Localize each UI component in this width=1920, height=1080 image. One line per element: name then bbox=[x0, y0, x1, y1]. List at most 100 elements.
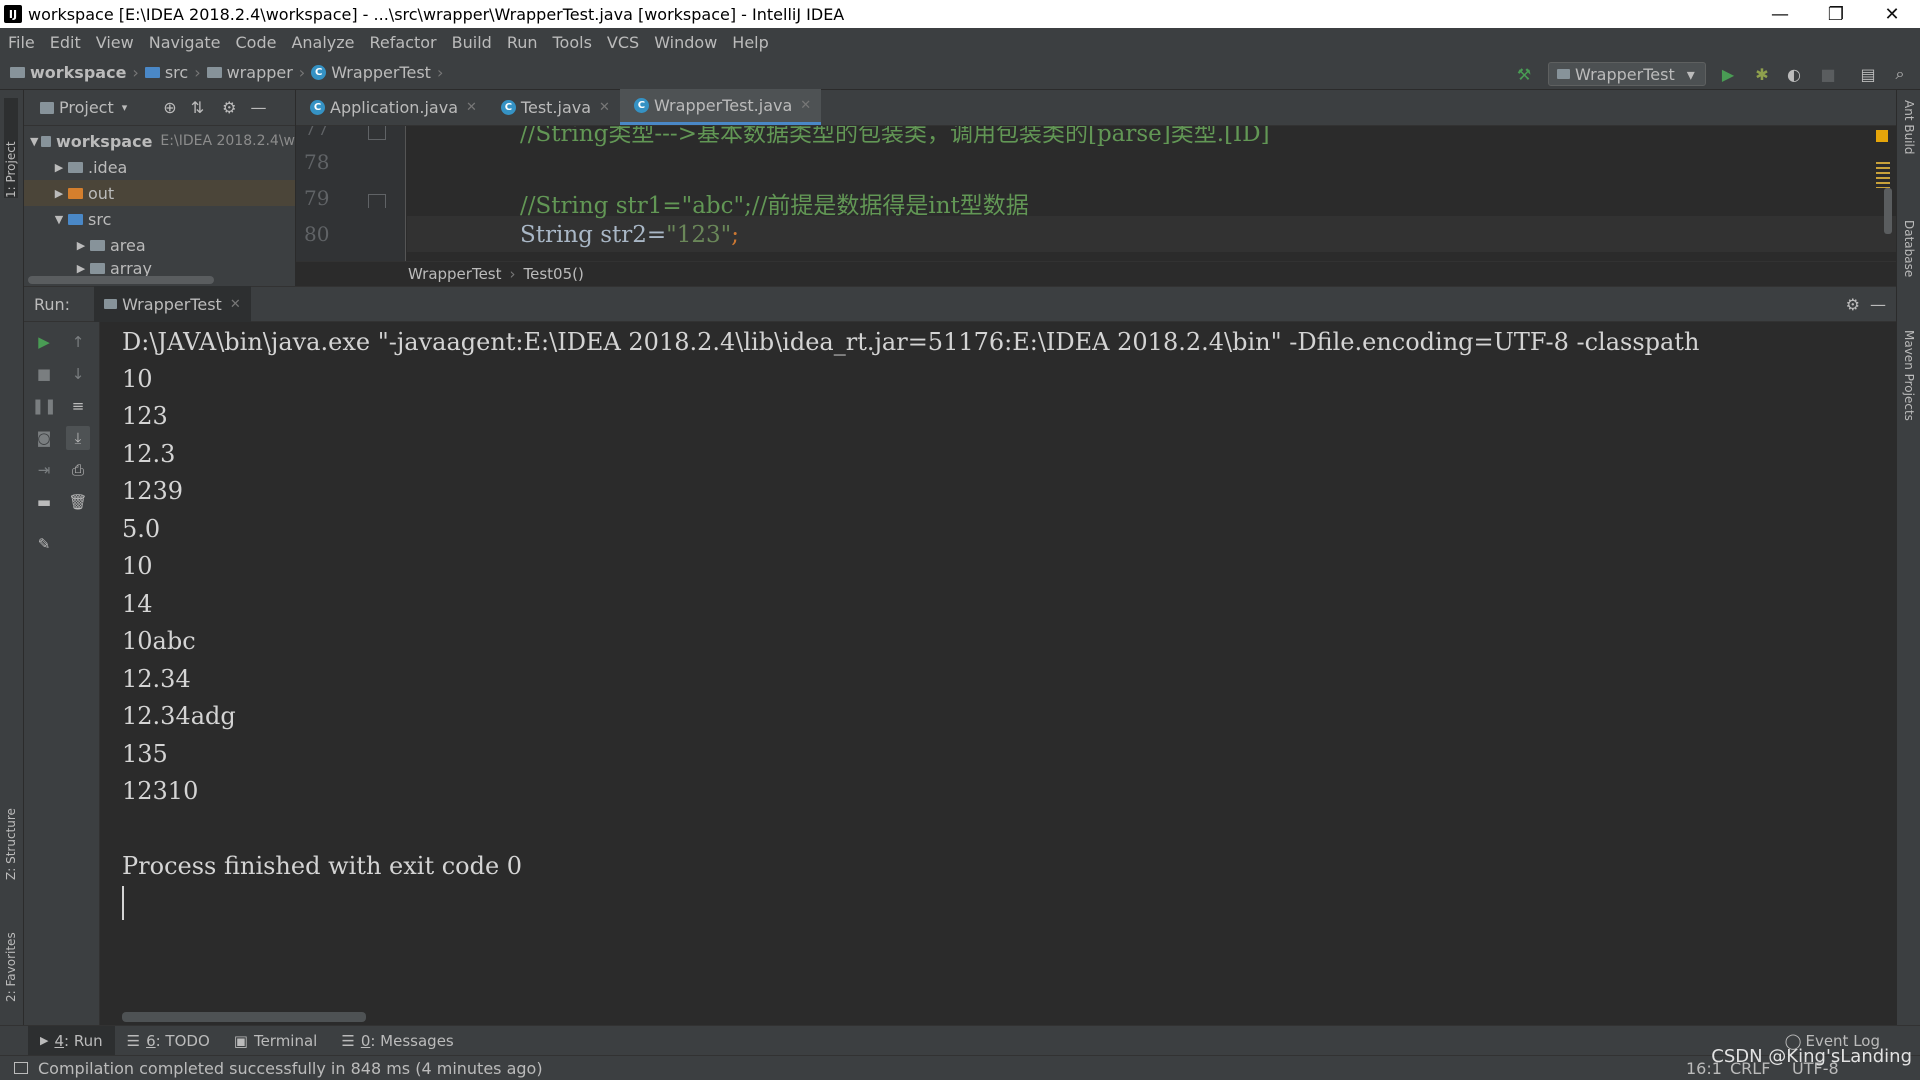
tab-run[interactable]: ▶ 4: Run bbox=[28, 1025, 115, 1056]
tree-node-src[interactable]: ▼ src bbox=[24, 206, 295, 232]
editor-vscrollbar[interactable] bbox=[1884, 188, 1892, 234]
breadcrumb-workspace[interactable]: workspace › bbox=[10, 63, 139, 82]
toggle-tool-windows-icon[interactable] bbox=[14, 1062, 28, 1074]
hide-icon[interactable]: — bbox=[250, 98, 266, 117]
build-hammer-icon[interactable]: ⚒ bbox=[1514, 64, 1534, 84]
menu-window[interactable]: Window bbox=[654, 33, 717, 52]
breadcrumb-class[interactable]: WrapperTest bbox=[408, 265, 502, 283]
project-tool-button[interactable]: 1: Project bbox=[4, 98, 18, 198]
title-bar: IJ workspace [E:\IDEA 2018.2.4\workspace… bbox=[0, 0, 1920, 28]
breadcrumb-wrapper[interactable]: wrapper › bbox=[206, 63, 305, 82]
debug-icon[interactable]: ✱ bbox=[1752, 64, 1772, 84]
menu-build[interactable]: Build bbox=[452, 33, 492, 52]
menu-analyze[interactable]: Analyze bbox=[291, 33, 354, 52]
tree-node-area[interactable]: ▶ area bbox=[24, 232, 295, 258]
menu-refactor[interactable]: Refactor bbox=[370, 33, 437, 52]
pin-icon[interactable]: ✎ bbox=[32, 532, 56, 556]
up-arrow-icon[interactable]: ↑ bbox=[66, 330, 90, 354]
tree-node-idea[interactable]: ▶ .idea bbox=[24, 154, 295, 180]
coverage-icon[interactable]: ◐ bbox=[1784, 64, 1804, 84]
console-line: 10 bbox=[122, 365, 153, 393]
menu-help[interactable]: Help bbox=[732, 33, 768, 52]
down-arrow-icon[interactable]: ↓ bbox=[66, 362, 90, 386]
project-hscrollbar[interactable] bbox=[28, 276, 214, 284]
warning-marker-icon[interactable] bbox=[1876, 130, 1888, 142]
collapse-all-icon[interactable]: ⇅ bbox=[191, 98, 204, 117]
fold-marker-icon[interactable] bbox=[368, 126, 386, 140]
menu-navigate[interactable]: Navigate bbox=[149, 33, 221, 52]
editor-area: C Application.java ✕ C Test.java ✕ C Wra… bbox=[296, 89, 1896, 286]
stop-icon[interactable]: ■ bbox=[1818, 64, 1838, 84]
maven-tool-button[interactable]: Maven Projects bbox=[1902, 330, 1916, 421]
hide-icon[interactable]: — bbox=[1870, 295, 1886, 314]
minimize-button[interactable]: — bbox=[1752, 0, 1808, 28]
tab-mnemonic: 0 bbox=[360, 1031, 371, 1050]
menu-vcs[interactable]: VCS bbox=[607, 33, 639, 52]
console-hscrollbar[interactable] bbox=[122, 1012, 366, 1022]
tab-todo[interactable]: ☰ 6: TODO bbox=[115, 1026, 222, 1056]
scroll-to-end-icon[interactable]: ⤓ bbox=[66, 426, 90, 450]
tab-terminal[interactable]: ▣ Terminal bbox=[222, 1026, 330, 1056]
close-tab-icon[interactable]: ✕ bbox=[599, 100, 610, 115]
exit-icon[interactable]: ⇥ bbox=[32, 458, 56, 482]
rerun-icon[interactable]: ▶ bbox=[32, 330, 56, 354]
structure-tool-button[interactable]: Z: Structure bbox=[4, 790, 18, 880]
locate-icon[interactable]: ⊕ bbox=[163, 98, 176, 117]
run-tab-wrappertest[interactable]: WrapperTest ✕ bbox=[94, 286, 251, 322]
error-stripe-markers[interactable] bbox=[1876, 162, 1890, 188]
code-line-77: //String类型--->基本数据类型的包装类，调用包装类的[parse]类型… bbox=[520, 126, 1270, 147]
ant-build-tool-button[interactable]: Ant Build bbox=[1902, 100, 1916, 154]
favorites-tool-button[interactable]: 2: Favorites bbox=[4, 912, 18, 1002]
gear-icon[interactable]: ⚙ bbox=[1846, 295, 1860, 314]
tree-node-workspace[interactable]: ▼ workspace E:\IDEA 2018.2.4\w bbox=[24, 128, 295, 154]
layout-icon[interactable]: ▬ bbox=[32, 490, 56, 514]
close-tab-icon[interactable]: ✕ bbox=[230, 297, 241, 312]
run-icon[interactable]: ▶ bbox=[1718, 64, 1738, 84]
code-line-80: String str2="123"; bbox=[520, 222, 739, 248]
console-output[interactable]: D:\JAVA\bin\java.exe "-javaagent:E:\IDEA… bbox=[100, 322, 1896, 1025]
menu-tools[interactable]: Tools bbox=[553, 33, 592, 52]
pause-icon[interactable]: ❚❚ bbox=[31, 394, 56, 418]
camera-icon[interactable]: ◙ bbox=[32, 426, 56, 450]
tab-mnemonic: 4 bbox=[54, 1031, 65, 1050]
project-structure-icon[interactable]: ▤ bbox=[1858, 64, 1878, 84]
menu-file[interactable]: File bbox=[8, 33, 35, 52]
editor-breadcrumb: WrapperTest › Test05() bbox=[296, 261, 1896, 286]
console-line: 5.0 bbox=[122, 515, 161, 543]
tab-wrappertest-java[interactable]: C WrapperTest.java ✕ bbox=[619, 89, 822, 125]
search-icon[interactable]: ⌕ bbox=[1890, 64, 1910, 84]
tab-messages[interactable]: ☰ 0: Messages bbox=[329, 1026, 465, 1056]
menu-view[interactable]: View bbox=[96, 33, 134, 52]
tree-node-path: E:\IDEA 2018.2.4\w bbox=[160, 133, 295, 149]
run-configuration-select[interactable]: WrapperTest ▾ bbox=[1548, 62, 1706, 86]
close-button[interactable]: ✕ bbox=[1864, 0, 1920, 28]
print-icon[interactable]: ⎙ bbox=[66, 458, 90, 482]
database-tool-button[interactable]: Database bbox=[1902, 220, 1916, 277]
menu-run[interactable]: Run bbox=[507, 33, 538, 52]
fold-marker-icon[interactable] bbox=[368, 194, 386, 208]
tab-application-java[interactable]: C Application.java ✕ bbox=[296, 89, 487, 125]
chevron-down-icon[interactable]: ▾ bbox=[122, 101, 128, 114]
tree-node-out[interactable]: ▶ out bbox=[24, 180, 295, 206]
collapse-arrow-icon: ▶ bbox=[54, 160, 64, 174]
menu-code[interactable]: Code bbox=[236, 33, 277, 52]
tree-node-label: src bbox=[88, 209, 112, 229]
breadcrumb-method[interactable]: Test05() bbox=[524, 265, 584, 283]
trash-icon[interactable]: 🗑 bbox=[66, 490, 90, 514]
soft-wrap-icon[interactable]: ≡ bbox=[66, 394, 90, 418]
gear-icon[interactable]: ⚙ bbox=[222, 98, 236, 117]
config-icon bbox=[1557, 69, 1570, 79]
maximize-button[interactable]: ❐ bbox=[1808, 0, 1864, 28]
menu-edit[interactable]: Edit bbox=[50, 33, 81, 52]
close-tab-icon[interactable]: ✕ bbox=[800, 98, 811, 113]
stop-icon[interactable]: ■ bbox=[32, 362, 56, 386]
package-icon bbox=[90, 239, 105, 251]
close-tab-icon[interactable]: ✕ bbox=[466, 100, 477, 115]
code-viewport[interactable]: 77 78 79 80 //String类型--->基本数据类型的包装类，调用包… bbox=[296, 126, 1896, 261]
breadcrumb-label: workspace bbox=[30, 63, 127, 82]
tree-node-array[interactable]: ▶ array bbox=[24, 258, 295, 278]
breadcrumb-src[interactable]: src › bbox=[144, 63, 201, 82]
tab-test-java[interactable]: C Test.java ✕ bbox=[487, 89, 620, 125]
breadcrumb-wrappertest[interactable]: C WrapperTest › bbox=[311, 63, 443, 82]
project-view-select[interactable]: Project bbox=[59, 98, 114, 117]
